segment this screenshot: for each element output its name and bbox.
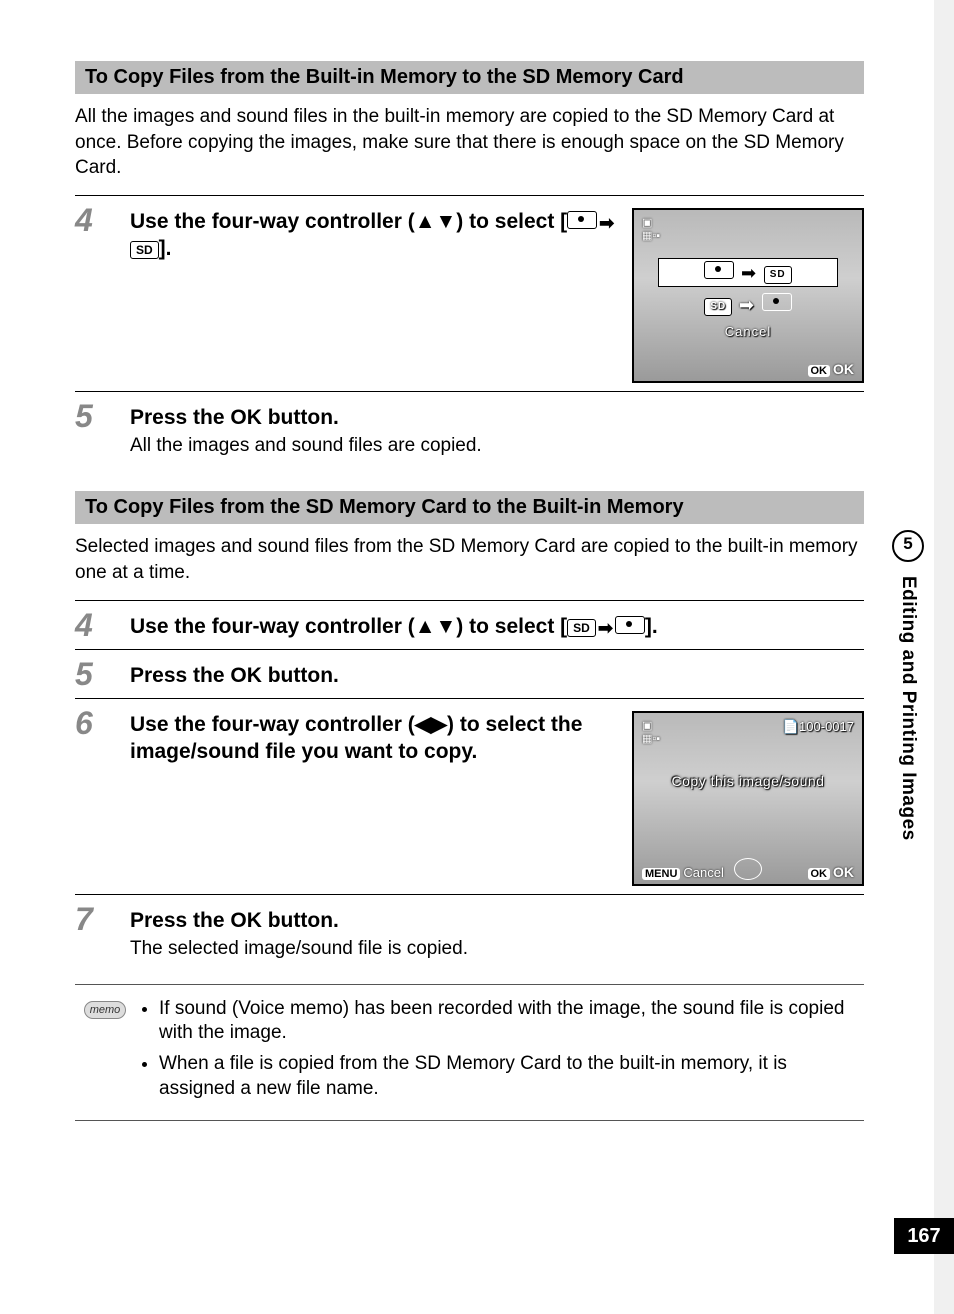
- text: button.: [262, 909, 339, 932]
- ok-badge-icon: OK: [808, 365, 831, 377]
- ok-hint: OKOK: [808, 864, 855, 880]
- step-title: Use the four-way controller (▲▼) to sele…: [130, 613, 864, 640]
- text: Use the four-way controller (: [130, 615, 415, 638]
- memo-item: When a file is copied from the SD Memory…: [159, 1052, 864, 1101]
- step-6b: 6 Use the four-way controller (◀▶) to se…: [75, 698, 864, 886]
- step-4a: 4 Use the four-way controller (▲▼) to se…: [75, 195, 864, 383]
- step-title: Use the four-way controller (◀▶) to sele…: [130, 711, 620, 766]
- step-title: Press the OK button.: [130, 662, 864, 689]
- text: Press the: [130, 909, 230, 932]
- memo-label: memo: [84, 1001, 127, 1019]
- status-icons: ▣▦▫▪: [642, 216, 660, 242]
- ok-button-label: OK: [230, 664, 262, 687]
- up-down-arrows-icon: ▲▼: [415, 208, 457, 235]
- section-header-2: To Copy Files from the SD Memory Card to…: [75, 491, 864, 524]
- manual-page: 5 Editing and Printing Images 167 To Cop…: [0, 0, 954, 1314]
- text: button.: [262, 664, 339, 687]
- section-intro-2: Selected images and sound files from the…: [75, 534, 864, 585]
- step-title: Press the OK button.: [130, 404, 864, 431]
- camera-screen-copy-confirm: ▣▦▫▪ 📄100-0017 Copy this image/sound MEN…: [632, 711, 864, 886]
- memo-list: If sound (Voice memo) has been recorded …: [135, 997, 864, 1108]
- step-7b: 7 Press the OK button. The selected imag…: [75, 894, 864, 960]
- menu-cancel-hint: MENUCancel: [642, 865, 724, 880]
- text: ) to select [: [456, 615, 567, 638]
- internal-memory-icon: [615, 616, 645, 634]
- step-description: All the images and sound files are copie…: [130, 435, 864, 457]
- sd-card-icon: SD: [130, 241, 159, 259]
- step-number: 7: [75, 901, 130, 935]
- step-description: The selected image/sound file is copied.: [130, 938, 864, 960]
- text: Use the four-way controller (: [130, 713, 415, 736]
- text: Use the four-way controller (: [130, 210, 415, 233]
- step-title: Press the OK button.: [130, 907, 864, 934]
- ok-hint: OKOK: [808, 361, 855, 377]
- step-4b: 4 Use the four-way controller (▲▼) to se…: [75, 600, 864, 641]
- step-title: Use the four-way controller (▲▼) to sele…: [130, 208, 620, 263]
- ok-button-label: OK: [230, 406, 262, 429]
- internal-memory-icon: [567, 211, 597, 229]
- text: ].: [645, 615, 658, 638]
- ok-text: OK: [833, 864, 854, 880]
- chapter-number: 5: [892, 530, 924, 562]
- right-arrow-icon: ➡: [598, 617, 613, 640]
- step-5a: 5 Press the OK button. All the images an…: [75, 391, 864, 457]
- copy-option-internal-to-sd: ➡ SD: [658, 258, 838, 287]
- copy-option-sd-to-internal: SD ➡: [658, 291, 838, 318]
- text: ].: [159, 237, 172, 260]
- step-number: 4: [75, 607, 130, 641]
- left-right-arrows-icon: ◀▶: [415, 713, 447, 736]
- text: Press the: [130, 406, 230, 429]
- status-icons: ▣▦▫▪: [642, 719, 660, 745]
- text: button.: [262, 406, 339, 429]
- chapter-title: Editing and Printing Images: [897, 576, 919, 841]
- text: Press the: [130, 664, 230, 687]
- sd-card-icon: SD: [567, 619, 596, 637]
- confirm-text: Copy this image/sound: [634, 773, 862, 789]
- section-intro-1: All the images and sound files in the bu…: [75, 104, 864, 181]
- menu-badge-icon: MENU: [642, 868, 680, 880]
- ok-button-label: OK: [230, 909, 262, 932]
- memo-box: memo If sound (Voice memo) has been reco…: [75, 984, 864, 1121]
- cancel-text: Cancel: [683, 865, 723, 880]
- step-number: 4: [75, 202, 130, 236]
- up-down-arrows-icon: ▲▼: [415, 615, 457, 638]
- cancel-option: Cancel: [658, 322, 838, 341]
- ok-text: OK: [833, 361, 854, 377]
- right-arrow-icon: ➡: [599, 212, 614, 235]
- four-way-icon: [734, 858, 762, 880]
- side-bar-decoration: [934, 0, 954, 1314]
- step-number: 5: [75, 398, 130, 432]
- memo-item: If sound (Voice memo) has been recorded …: [159, 997, 864, 1046]
- camera-screen-copy-options: ▣▦▫▪ ➡ SD SD ➡ Cancel OKOK: [632, 208, 864, 383]
- ok-badge-icon: OK: [808, 868, 831, 880]
- file-number: 📄100-0017: [783, 719, 854, 735]
- memo-icon: memo: [75, 997, 135, 1019]
- text: ) to select [: [456, 210, 567, 233]
- chapter-tab: 5 Editing and Printing Images: [892, 530, 924, 841]
- page-number: 167: [894, 1218, 954, 1254]
- section-header-1: To Copy Files from the Built-in Memory t…: [75, 61, 864, 94]
- step-number: 6: [75, 705, 130, 739]
- step-number: 5: [75, 656, 130, 690]
- step-5b: 5 Press the OK button.: [75, 649, 864, 690]
